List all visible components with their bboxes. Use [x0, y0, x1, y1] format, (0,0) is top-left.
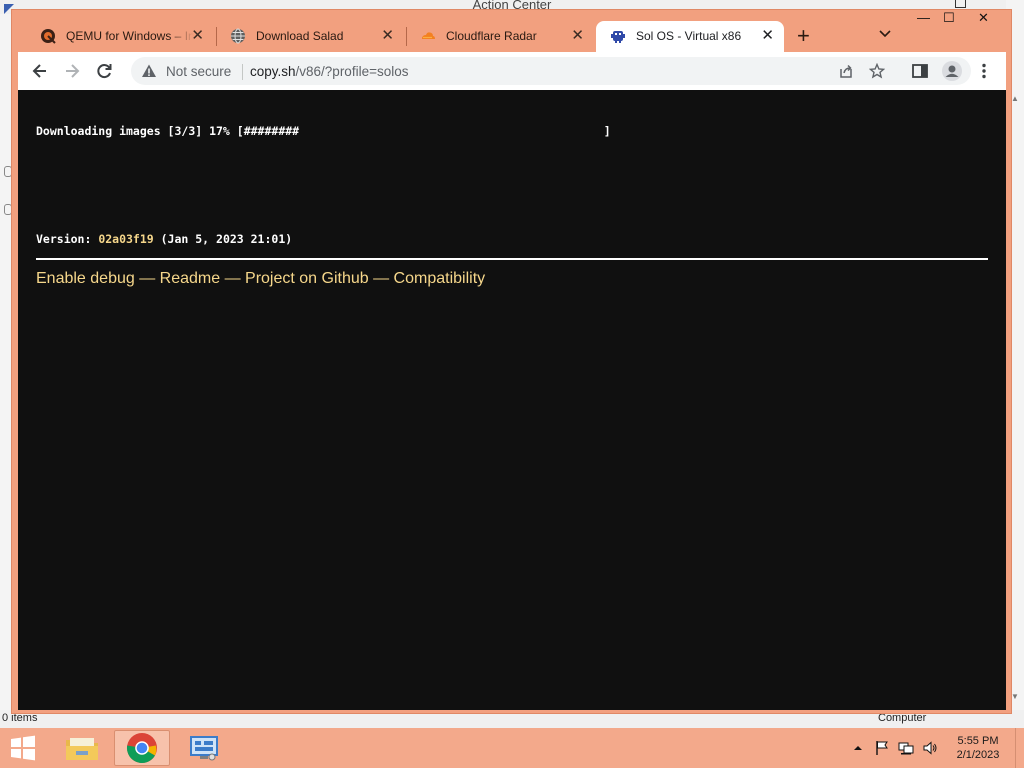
globe-icon [231, 28, 245, 44]
minimize-button[interactable]: — [917, 10, 930, 30]
new-tab-button[interactable]: + [797, 24, 810, 48]
tab-title: Cloudflare Radar [446, 29, 537, 43]
warning-icon[interactable] [141, 63, 157, 79]
back-arrow-icon[interactable] [30, 61, 50, 81]
clock-date: 2/1/2023 [956, 749, 1000, 761]
version-line: Version: 02a03f19 (Jan 5, 2023 21:01) [36, 232, 292, 246]
tab-close-icon[interactable]: ✕ [571, 27, 584, 45]
folder-icon [66, 738, 98, 760]
status-items-count: 0 items [2, 712, 38, 724]
cloudflare-icon [422, 32, 435, 39]
share-icon[interactable] [838, 63, 854, 79]
close-button[interactable]: ✕ [978, 10, 989, 30]
github-link[interactable]: Project on Github [245, 270, 369, 287]
show-desktop-button[interactable] [1015, 728, 1024, 768]
horizontal-rule [36, 258, 988, 260]
tab-close-icon[interactable]: ✕ [191, 27, 204, 45]
forward-arrow-icon[interactable] [62, 61, 82, 81]
status-computer-label: Computer [878, 712, 927, 724]
chrome-icon [126, 733, 157, 764]
more-menu-icon[interactable] [974, 61, 994, 81]
tab-download-salad[interactable]: Download Salad ✕ [216, 21, 404, 52]
version-hash-link[interactable]: 02a03f19 [98, 232, 153, 246]
background-maximize-icon[interactable] [955, 0, 966, 8]
page-content: Downloading images [3/3] 17% [######## ]… [18, 90, 1006, 710]
tab-title: QEMU for Windows – Installers [66, 29, 194, 43]
enable-debug-link[interactable]: Enable debug [36, 270, 135, 287]
action-center-flag-icon[interactable] [874, 740, 890, 756]
background-left-pane [0, 14, 12, 730]
address-bar[interactable]: Not secure copy.sh/v86/?profile=solos [131, 57, 971, 85]
tab-title: Download Salad [256, 29, 344, 43]
control-panel-icon [190, 736, 218, 761]
tab-cloudflare-radar[interactable]: Cloudflare Radar ✕ [406, 21, 594, 52]
volume-icon[interactable] [922, 740, 938, 756]
reload-icon[interactable] [94, 61, 114, 81]
browser-toolbar: Not secure copy.sh/v86/?profile=solos [18, 52, 1006, 90]
download-progress-line: Downloading images [3/3] 17% [######## ] [36, 124, 611, 138]
taskbar-control-panel[interactable] [176, 730, 232, 766]
browser-window: QEMU for Windows – Installers ✕ Download… [12, 10, 1011, 713]
tab-strip: QEMU for Windows – Installers ✕ Download… [12, 10, 1011, 52]
tab-title: Sol OS - Virtual x86 [636, 29, 742, 43]
readme-link[interactable]: Readme [160, 270, 220, 287]
taskbar: 5:55 PM 2/1/2023 [0, 728, 1024, 768]
footer-links: Enable debug — Readme — Project on Githu… [36, 270, 485, 288]
taskbar-file-explorer[interactable] [54, 730, 110, 766]
url-host: copy.sh [250, 64, 296, 79]
profile-avatar-icon[interactable] [942, 61, 962, 81]
version-label: Version: [36, 232, 99, 246]
network-icon[interactable] [898, 740, 914, 756]
clock-time: 5:55 PM [957, 735, 999, 747]
link-separator: — [220, 270, 246, 287]
omnibox-divider [242, 64, 243, 80]
chevron-down-icon[interactable] [878, 26, 892, 40]
tab-qemu[interactable]: QEMU for Windows – Installers ✕ [26, 21, 214, 52]
system-clock[interactable]: 5:55 PM 2/1/2023 [948, 734, 1008, 762]
background-status-bar: 0 items Computer [0, 710, 1024, 730]
version-date: (Jan 5, 2023 21:01) [153, 232, 293, 246]
link-separator: — [368, 270, 394, 287]
pane-marker-icon [4, 204, 12, 215]
side-panel-icon[interactable] [910, 61, 930, 81]
star-icon[interactable] [869, 63, 885, 79]
link-separator: — [134, 270, 160, 287]
scroll-down-icon[interactable]: ▼ [1011, 692, 1019, 701]
tab-close-icon[interactable]: ✕ [381, 27, 394, 45]
tab-sol-os[interactable]: Sol OS - Virtual x86 ✕ [596, 21, 784, 52]
url-text[interactable]: copy.sh/v86/?profile=solos [250, 64, 408, 79]
url-path: /v86/?profile=solos [295, 64, 409, 79]
qemu-icon [41, 29, 56, 44]
scroll-up-icon[interactable]: ▲ [1011, 94, 1019, 103]
maximize-button[interactable]: ☐ [943, 10, 955, 30]
compatibility-link[interactable]: Compatibility [394, 270, 486, 287]
taskbar-chrome[interactable] [114, 730, 170, 766]
security-label[interactable]: Not secure [166, 64, 231, 79]
pane-marker-icon [4, 166, 12, 177]
windows-start-icon[interactable] [8, 734, 38, 762]
tray-expand-icon[interactable] [850, 740, 866, 756]
tab-close-icon[interactable]: ✕ [761, 27, 774, 45]
v86-icon [611, 31, 625, 43]
